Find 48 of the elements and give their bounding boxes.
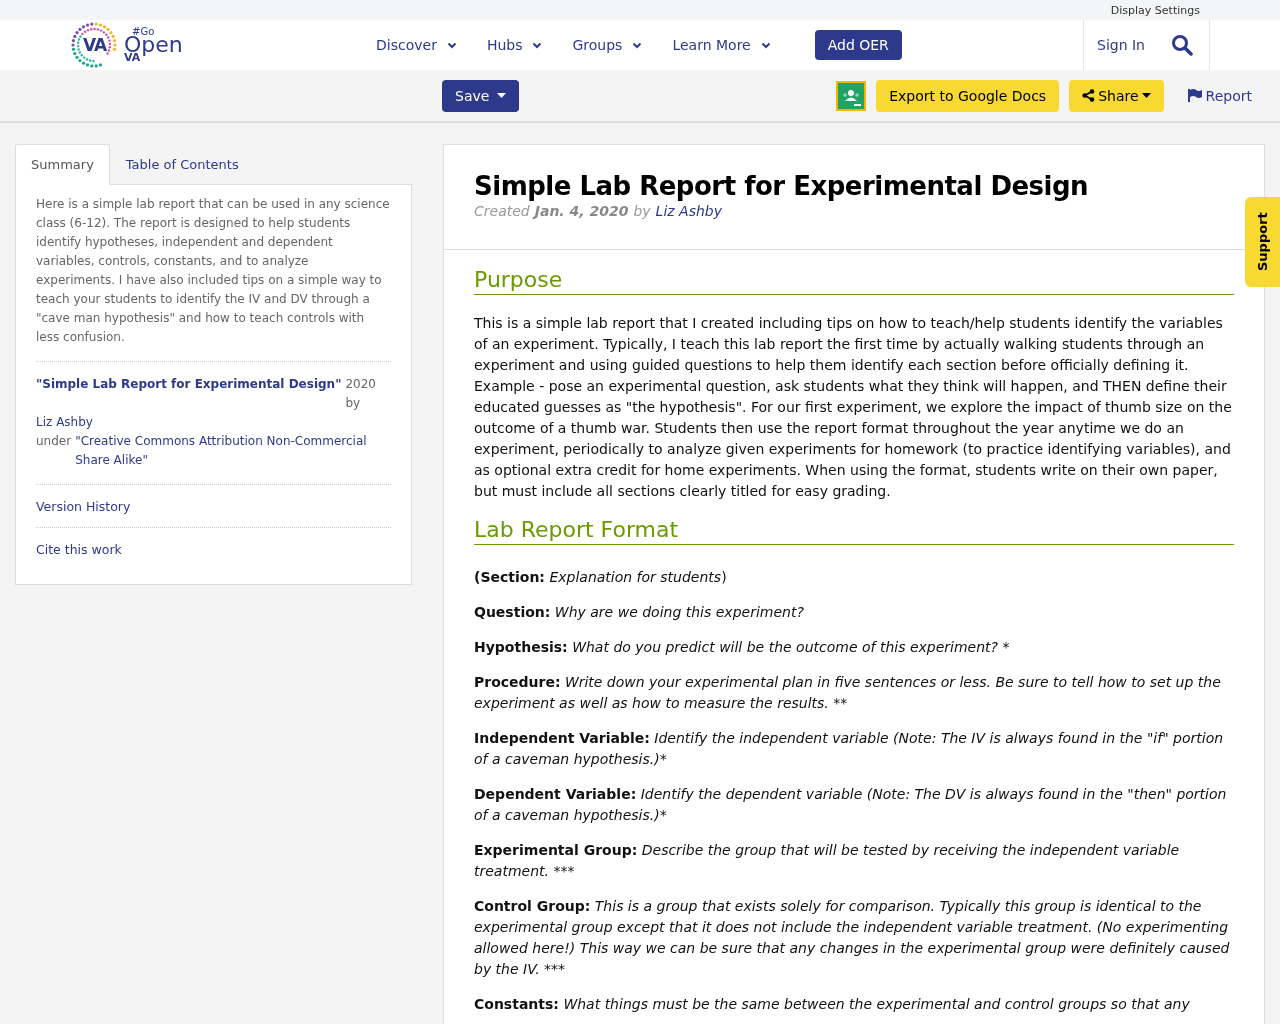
logo-mark: VA [83, 35, 107, 55]
nav-menu-item[interactable]: Learn More [672, 37, 771, 53]
caret-icon [497, 93, 507, 98]
summary-text: Here is a simple lab report that can be used in any science class (6-12). The report is designed to help students identify hypotheses, independent and dependent variables, controls, constants, and to analyze experiments. I have also included tips on a simple way to teach your students to identify the IV and DV through a "cave man hypothesis" and how to teach controls with less confusion. [36, 196, 391, 346]
format-item: Control Group: This is a group that exists solely for comparison. Typically this group is identical to the experimental group except that it does not include the independent variable treatment. (No experimenting allowed here!) This way we can be sure that any changes in the experimental group were definitely caused by the IV. *** [474, 897, 1231, 979]
format-item: Constants: What things must be the same between the experimental and control groups so that any [474, 995, 1191, 1014]
share-button[interactable]: Share [1069, 79, 1164, 112]
caret-icon [1141, 93, 1151, 98]
add-oer-button[interactable]: Add OER [814, 30, 902, 60]
author-link[interactable]: Liz Ashby [655, 203, 722, 219]
format-item: (Section: Explanation for students) [474, 568, 728, 587]
created-label: Created [474, 203, 530, 219]
flag-icon [1187, 89, 1202, 102]
resource-title-link[interactable]: "Simple Lab Report for Experimental Design" [36, 375, 342, 394]
sidebar-link[interactable]: Version History [36, 499, 131, 514]
sidebar-tab[interactable]: Summary [15, 144, 110, 185]
sidebar-link[interactable]: Cite this work [36, 542, 122, 557]
share-icon [1082, 89, 1096, 102]
format-item: Dependent Variable: Identify the dependent variable (Note: The DV is always found in the "then" portion of a caveman hypothesis.)* [474, 785, 1228, 825]
year-by-text: 2020 by [345, 376, 377, 412]
section-heading: Purpose [474, 266, 1234, 295]
by-text: by [633, 203, 651, 219]
logo-hashtag: #Go [132, 27, 155, 37]
display-settings-link[interactable]: Display Settings [1110, 3, 1200, 17]
license-link[interactable]: "Creative Commons Attribution Non-Commercial Share Alike" [75, 432, 391, 470]
section-heading: Lab Report Format [474, 516, 1234, 545]
nav-menu-item[interactable]: Hubs [486, 37, 543, 53]
author-link[interactable]: Liz Ashby [36, 413, 93, 432]
format-item: Independent Variable: Identify the independent variable (Note: The IV is always found in the "if" portion of a caveman hypothesis.)* [474, 729, 1225, 769]
save-button[interactable]: Save [442, 79, 520, 112]
sidebar-tab[interactable]: Table of Contents [109, 144, 255, 185]
nav-menu-item[interactable]: Discover [376, 37, 457, 53]
dotted-ring-logo-icon [70, 21, 118, 69]
report-link[interactable]: Report [1187, 87, 1252, 104]
format-item: Hypothesis: What do you predict will be the outcome of this experiment? * [474, 638, 1011, 657]
nav-menu-item[interactable]: Groups [572, 37, 643, 53]
support-tab[interactable]: Support [1245, 197, 1280, 287]
format-item: Experimental Group: Describe the group that will be tested by receiving the independent variable treatment. *** [474, 841, 1181, 881]
chalkboard-button[interactable] [836, 80, 867, 111]
export-google-docs-button[interactable]: Export to Google Docs [876, 79, 1060, 112]
body-paragraph: This is a simple lab report that I created including tips on how to teach/help students identify the variables of an experiment. Typically, I teach this lab report the first time by actually walking students through an experiment and using guided questions to help them identify each section before officially defining it. Example - pose an experimental question, ask students what they think will happen, and THEN define their educated guesses as "the hypothesis". For our first experiment, we explore the impact of thumb size on the outcome of a thumb war. Students then use the report format throughout the year anytime we do an experiment, periodically to analyze given experiments for homework (to practice identifying variables), and as optional extra credit for home experiments. When using the format, students write on their own paper, but must include all sections clearly titled for easy grading. [474, 314, 1233, 501]
sign-in-link[interactable]: Sign In [1097, 37, 1145, 53]
search-icon[interactable] [1171, 34, 1193, 56]
article-title: Simple Lab Report for Experimental Design [474, 171, 1090, 201]
created-date: Jan. 4, 2020 [534, 203, 629, 219]
format-item: Question: Why are we doing this experiment? [474, 603, 805, 622]
format-item: Procedure: Write down your experimental plan in five sentences or less. Be sure to tell how to set up the experiment as well as how to measure the results. ** [474, 673, 1222, 713]
under-text: under [36, 433, 72, 450]
